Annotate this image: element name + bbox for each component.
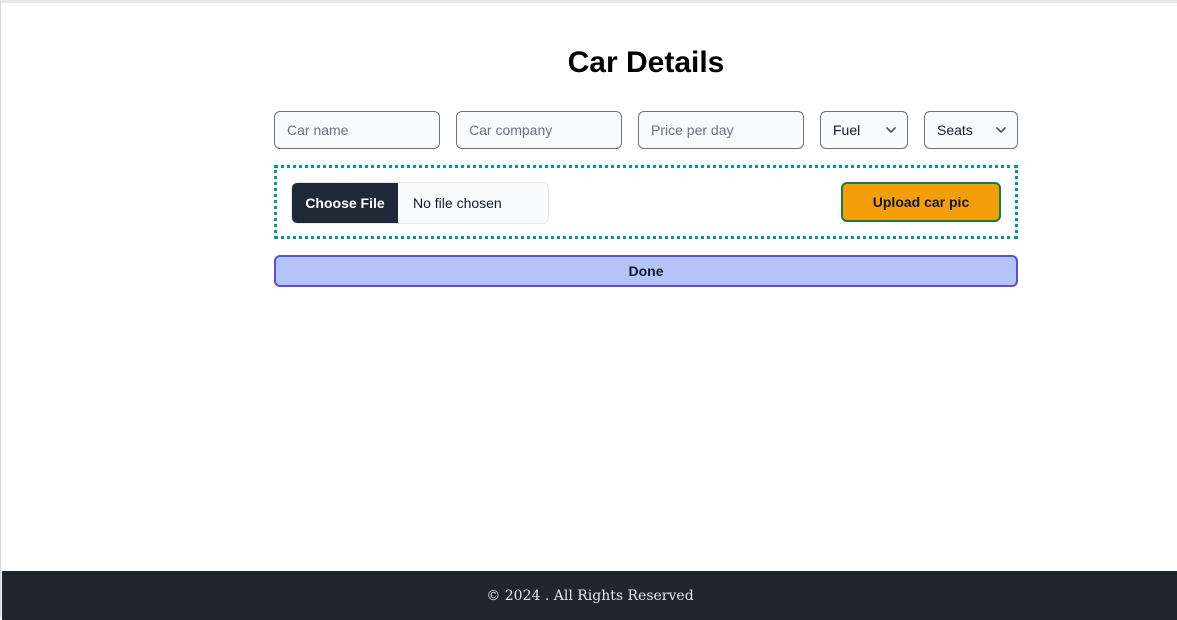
footer: © 2024 . All Rights Reserved	[2, 571, 1177, 620]
file-status-text: No file chosen	[413, 195, 502, 211]
file-picker[interactable]: Choose File No file chosen	[291, 182, 549, 224]
choose-file-button[interactable]: Choose File	[292, 183, 398, 223]
page-title: Car Details	[567, 46, 725, 79]
fuel-select-value: Fuel	[833, 122, 861, 138]
seats-select-value: Seats	[937, 122, 973, 138]
price-per-day-input[interactable]	[638, 111, 804, 149]
chevron-down-icon	[996, 127, 1006, 133]
page-frame: Car Details Fuel Seats Choose File No fi…	[0, 0, 1177, 620]
seats-select[interactable]: Seats	[924, 111, 1018, 149]
car-company-input[interactable]	[456, 111, 622, 149]
done-button[interactable]: Done	[274, 255, 1018, 287]
chevron-down-icon	[886, 127, 896, 133]
upload-car-pic-button[interactable]: Upload car pic	[841, 182, 1001, 222]
footer-copyright: © 2024 . All Rights Reserved	[486, 587, 694, 604]
fuel-select[interactable]: Fuel	[820, 111, 908, 149]
upload-dropzone: Choose File No file chosen Upload car pi…	[274, 165, 1018, 239]
car-name-input[interactable]	[274, 111, 440, 149]
